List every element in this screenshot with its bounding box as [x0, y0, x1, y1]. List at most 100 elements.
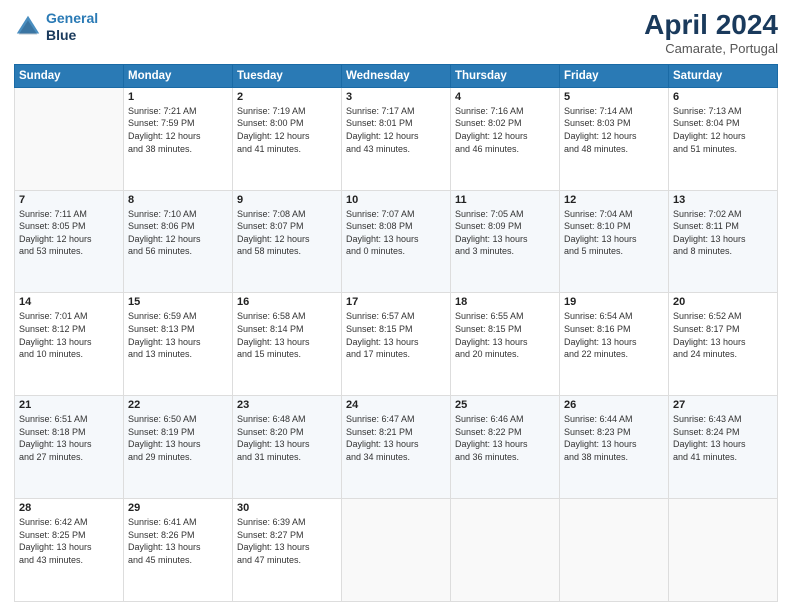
day-info-line: Sunset: 8:15 PM	[455, 324, 522, 334]
calendar-cell: 2Sunrise: 7:19 AMSunset: 8:00 PMDaylight…	[233, 87, 342, 190]
calendar-cell	[15, 87, 124, 190]
day-info: Sunrise: 6:52 AMSunset: 8:17 PMDaylight:…	[673, 310, 773, 360]
calendar-cell: 5Sunrise: 7:14 AMSunset: 8:03 PMDaylight…	[560, 87, 669, 190]
day-info-line: Daylight: 13 hours	[128, 439, 201, 449]
day-info-line: Sunrise: 6:58 AM	[237, 311, 306, 321]
day-info-line: and 20 minutes.	[455, 349, 519, 359]
day-info-line: and 22 minutes.	[564, 349, 628, 359]
day-info: Sunrise: 6:54 AMSunset: 8:16 PMDaylight:…	[564, 310, 664, 360]
day-number: 13	[673, 194, 773, 206]
day-info-line: and 24 minutes.	[673, 349, 737, 359]
day-info-line: and 41 minutes.	[673, 452, 737, 462]
day-info: Sunrise: 7:11 AM Sunset: 8:05 PM Daylight:…	[19, 208, 119, 258]
day-number: 26	[564, 399, 664, 411]
day-info-line: and 0 minutes.	[346, 246, 405, 256]
day-info-line: Sunset: 8:24 PM	[673, 427, 740, 437]
day-info-line: Daylight: 13 hours	[128, 337, 201, 347]
logo-icon	[14, 13, 42, 41]
calendar-cell: 13 Sunrise: 7:02 AMSunset: 8:11 PMDayligh…	[669, 190, 778, 293]
day-info-line: and 38 minutes.	[128, 144, 192, 154]
day-info-line: Sunrise: 7:19 AM	[237, 106, 306, 116]
calendar-cell: 9Sunrise: 7:08 AMSunset: 8:07 PMDaylight…	[233, 190, 342, 293]
day-number: 7	[19, 194, 119, 206]
day-info-line: Sunrise: 7:11 AM	[19, 209, 87, 219]
day-info: Sunrise: 7:07 AMSunset: 8:08 PMDaylight:…	[346, 208, 446, 258]
day-info-line: Daylight: 13 hours	[455, 439, 528, 449]
day-info-line: Daylight: 13 hours	[346, 337, 419, 347]
day-number: 14	[19, 296, 119, 308]
day-info-line: and 47 minutes.	[237, 555, 301, 565]
day-number: 30	[237, 502, 337, 514]
title-area: April 2024 Camarate, Portugal	[644, 10, 778, 56]
day-info-line: Sunrise: 7:17 AM	[346, 106, 415, 116]
day-info-line: Daylight: 13 hours	[455, 337, 528, 347]
day-info-line: Sunrise: 6:52 AM	[673, 311, 742, 321]
day-info: Sunrise: 7:17 AMSunset: 8:01 PMDaylight:…	[346, 105, 446, 155]
day-info-line: and 38 minutes.	[564, 452, 628, 462]
day-info-line: Daylight: 13 hours	[237, 439, 310, 449]
day-info-line: Sunrise: 7:10 AM	[128, 209, 197, 219]
day-number: 16	[237, 296, 337, 308]
day-info-line: Daylight: 13 hours	[673, 337, 746, 347]
day-info-line: and 34 minutes.	[346, 452, 410, 462]
day-info: Sunrise: 6:44 AMSunset: 8:23 PMDaylight:…	[564, 413, 664, 463]
day-info-line: and 56 minutes.	[128, 246, 192, 256]
day-info-line: Sunrise: 6:41 AM	[128, 517, 197, 527]
day-info-line: Daylight: 12 hours	[237, 131, 310, 141]
day-info-line: and 43 minutes.	[19, 555, 83, 565]
day-info-line: Sunset: 8:02 PM	[455, 118, 522, 128]
day-info-line: and 8 minutes.	[673, 246, 732, 256]
day-info-line: Daylight: 13 hours	[19, 542, 92, 552]
day-number: 6	[673, 91, 773, 103]
day-number: 24	[346, 399, 446, 411]
day-info-line: Sunset: 8:05 PM	[19, 221, 86, 231]
day-info: Sunrise: 7:10 AMSunset: 8:06 PMDaylight:…	[128, 208, 228, 258]
day-info-line: Sunrise: 6:42 AM	[19, 517, 88, 527]
day-number: 2	[237, 91, 337, 103]
day-number: 29	[128, 502, 228, 514]
calendar-cell: 16Sunrise: 6:58 AMSunset: 8:14 PMDayligh…	[233, 293, 342, 396]
day-info-line: and 31 minutes.	[237, 452, 301, 462]
calendar-cell	[669, 499, 778, 602]
day-info-line: Sunset: 8:01 PM	[346, 118, 413, 128]
calendar-cell	[560, 499, 669, 602]
day-info-line: Sunset: 8:10 PM	[564, 221, 631, 231]
day-info-line: Daylight: 13 hours	[455, 234, 528, 244]
day-info-line: and 36 minutes.	[455, 452, 519, 462]
logo-text: General Blue	[46, 10, 98, 44]
day-info: Sunrise: 7:04 AMSunset: 8:10 PMDaylight:…	[564, 208, 664, 258]
day-info-line: Sunrise: 7:07 AM	[346, 209, 415, 219]
day-info: Sunrise: 7:05 AMSunset: 8:09 PMDaylight:…	[455, 208, 555, 258]
day-info-line: Sunset: 8:08 PM	[346, 221, 413, 231]
day-info-line: Sunset: 8:13 PM	[128, 324, 195, 334]
day-info-line: Sunrise: 6:44 AM	[564, 414, 633, 424]
day-info: Sunrise: 7:02 AMSunset: 8:11 PMDaylight:…	[673, 208, 773, 258]
calendar-cell: 20Sunrise: 6:52 AMSunset: 8:17 PMDayligh…	[669, 293, 778, 396]
calendar-cell: 28Sunrise: 6:42 AMSunset: 8:25 PMDayligh…	[15, 499, 124, 602]
day-info-line: Daylight: 12 hours	[564, 131, 637, 141]
day-info-line: Sunrise: 6:55 AM	[455, 311, 524, 321]
day-info-line: Sunset: 8:06 PM	[128, 221, 195, 231]
day-info-line: Daylight: 13 hours	[237, 542, 310, 552]
day-info: Sunrise: 7:13 AMSunset: 8:04 PMDaylight:…	[673, 105, 773, 155]
calendar-week-row: 28Sunrise: 6:42 AMSunset: 8:25 PMDayligh…	[15, 499, 778, 602]
calendar-cell: 15Sunrise: 6:59 AMSunset: 8:13 PMDayligh…	[124, 293, 233, 396]
month-title: April 2024	[644, 10, 778, 41]
day-info-line: Daylight: 13 hours	[237, 337, 310, 347]
day-info-line: Sunrise: 7:16 AM	[455, 106, 524, 116]
day-info-line: Sunset: 8:20 PM	[237, 427, 304, 437]
calendar-cell	[342, 499, 451, 602]
day-info-line: Sunrise: 6:51 AM	[19, 414, 88, 424]
day-number: 8	[128, 194, 228, 206]
calendar-cell: 12Sunrise: 7:04 AMSunset: 8:10 PMDayligh…	[560, 190, 669, 293]
calendar-cell: 10Sunrise: 7:07 AMSunset: 8:08 PMDayligh…	[342, 190, 451, 293]
day-info: Sunrise: 6:51 AMSunset: 8:18 PMDaylight:…	[19, 413, 119, 463]
day-info-line: Daylight: 12 hours	[19, 234, 92, 244]
calendar-table: Sunday Monday Tuesday Wednesday Thursday…	[14, 64, 778, 602]
day-info: Sunrise: 6:46 AMSunset: 8:22 PMDaylight:…	[455, 413, 555, 463]
day-info-line: Sunset: 8:23 PM	[564, 427, 631, 437]
calendar-cell: 22Sunrise: 6:50 AMSunset: 8:19 PMDayligh…	[124, 396, 233, 499]
day-info-line: Sunset: 8:16 PM	[564, 324, 631, 334]
day-info-line: and 58 minutes.	[237, 246, 301, 256]
day-number: 21	[19, 399, 119, 411]
